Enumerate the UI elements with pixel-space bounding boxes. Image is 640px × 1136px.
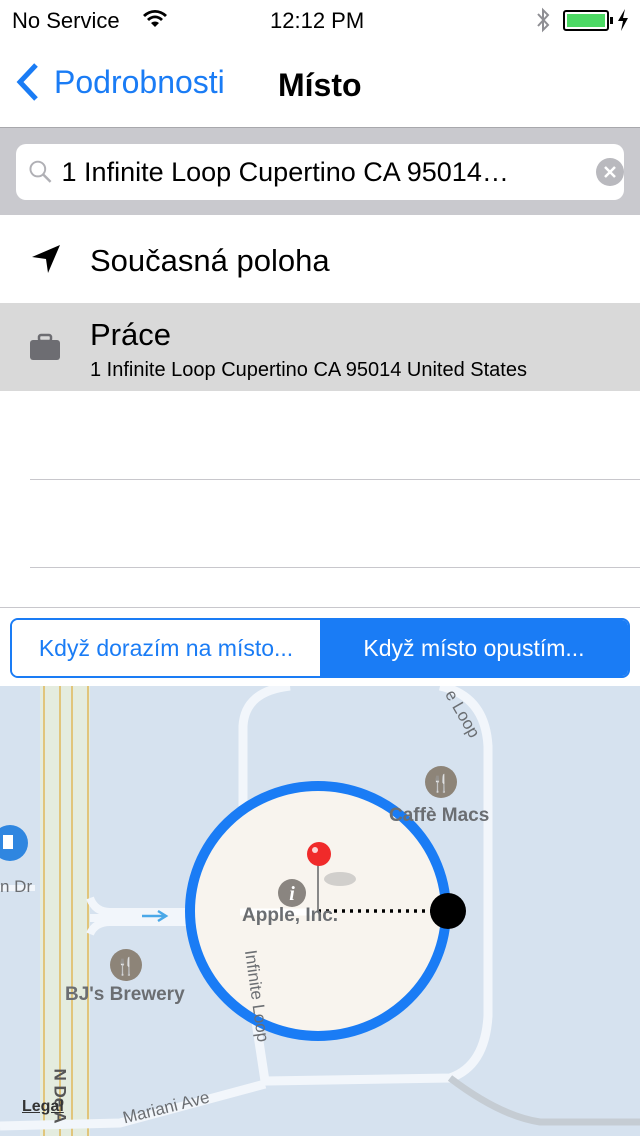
svg-text:🍴: 🍴 [430,773,451,794]
svg-text:🍴: 🍴 [115,956,136,977]
map-label-cafe: Caffè Macs [389,805,490,826]
radius-handle [430,893,466,929]
search-field [16,144,624,200]
list-item-title: Práce [90,317,171,352]
svg-text:i: i [289,883,295,905]
briefcase-icon [30,333,60,360]
chevron-left-icon [16,63,38,101]
list-item-subtitle: 1 Infinite Loop Cupertino CA 95014 Unite… [90,359,527,381]
list-item-title: Současná poloha [90,243,330,278]
search-icon [29,160,52,183]
map-label-dr: n Dr [0,877,33,896]
page-title: Místo [278,67,362,103]
close-icon [604,166,617,178]
search-input[interactable] [61,156,563,188]
segment-leaving[interactable]: Když místo opustím... [320,620,628,676]
bluetooth-icon [537,7,550,33]
list-item-current-location[interactable]: Současná poloha [0,215,640,303]
divider [30,567,640,568]
battery-icon [563,10,609,31]
clock: 12:12 PM [270,8,365,33]
status-bar: No Service 12:12 PM [0,0,640,40]
map-label-apple: Apple, Inc. [242,905,339,926]
trigger-segmented-control: Když dorazím na místo... Když místo opus… [10,618,630,678]
back-label: Podrobnosti [54,63,225,100]
segment-arriving[interactable]: Když dorazím na místo... [12,620,320,676]
list-item-work[interactable]: Práce 1 Infinite Loop Cupertino CA 95014… [0,303,640,391]
map-label-brewery: BJ's Brewery [65,984,185,1005]
navigation-bar: Podrobnosti Místo [0,40,640,128]
divider [0,607,640,608]
divider [30,479,640,480]
back-button[interactable]: Podrobnosti [14,62,225,102]
wifi-icon [143,10,167,27]
carrier: No Service [12,8,120,33]
map-view[interactable]: i 🍴 🍴 Caffè Macs BJ's Brewery Apple, Inc… [0,686,640,1136]
location-arrow-icon [32,245,60,273]
legal-link[interactable]: Legal [22,1098,64,1116]
search-bar [0,128,640,215]
charging-icon [618,9,628,31]
clear-button[interactable] [596,158,624,186]
